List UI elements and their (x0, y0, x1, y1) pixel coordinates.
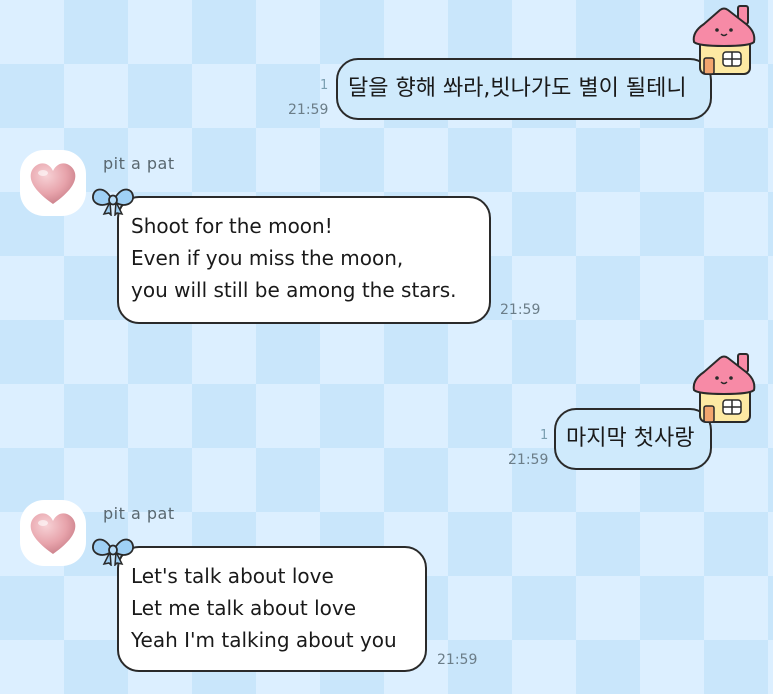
message-time: 21:59 (500, 302, 541, 318)
sender-name: pit a pat (103, 154, 175, 173)
message-line: Let's talk about love (131, 564, 334, 588)
blue-bow-icon (92, 538, 134, 566)
message-bubble[interactable]: 달을 향해 쏴라,빗나가도 별이 될테니 (336, 58, 712, 120)
message-bubble[interactable]: 마지막 첫사랑 (554, 408, 712, 470)
message-line: Yeah I'm talking about you (131, 628, 397, 652)
heart-icon (30, 513, 76, 554)
message-line: Let me talk about love (131, 596, 357, 620)
message-line: Even if you miss the moon, (131, 246, 404, 270)
message-text: 달을 향해 쏴라,빗나가도 별이 될테니 (348, 76, 687, 101)
message-time: 21:59 (437, 652, 478, 668)
unread-count: 1 (540, 428, 549, 443)
heart-icon (30, 163, 76, 204)
pink-house-icon (692, 5, 756, 75)
message-line: you will still be among the stars. (131, 278, 457, 302)
message-text: 마지막 첫사랑 (566, 426, 695, 451)
message-time: 21:59 (508, 452, 549, 468)
message-bubble[interactable]: Let's talk about love Let me talk about … (117, 546, 427, 672)
avatar[interactable] (20, 150, 86, 216)
sender-name: pit a pat (103, 504, 175, 523)
avatar[interactable] (20, 500, 86, 566)
unread-count: 1 (320, 78, 329, 93)
message-time: 21:59 (288, 102, 329, 118)
message-line: Shoot for the moon! (131, 214, 333, 238)
blue-bow-icon (92, 188, 134, 216)
message-bubble[interactable]: Shoot for the moon! Even if you miss the… (117, 196, 491, 324)
pink-house-icon (692, 353, 756, 423)
